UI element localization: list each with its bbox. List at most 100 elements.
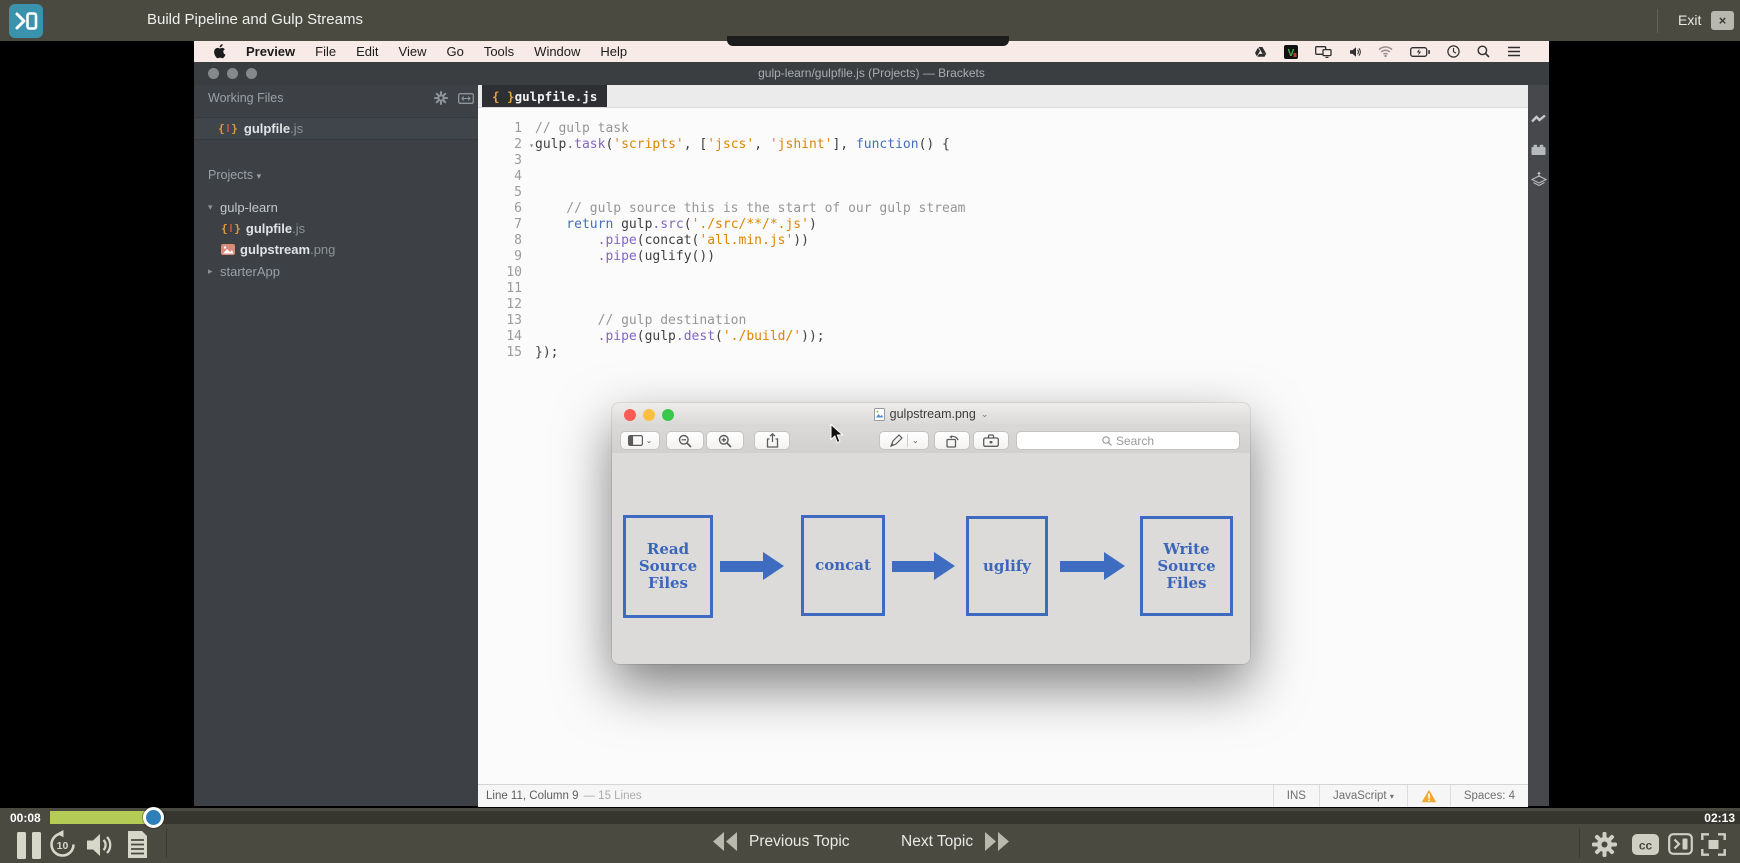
insert-mode-indicator[interactable]: INS <box>1272 785 1319 807</box>
fullscreen-button[interactable] <box>1701 833 1726 856</box>
share-button[interactable] <box>754 431 790 450</box>
elapsed-time: 00:08 <box>10 811 41 825</box>
settings-button[interactable] <box>1591 831 1618 858</box>
working-file-item-gulpfile[interactable]: {ǀ} gulpfile.js <box>194 117 478 140</box>
captions-button[interactable]: cc <box>1632 834 1659 855</box>
notification-list-icon[interactable] <box>1507 46 1521 57</box>
progress-handle[interactable] <box>143 807 164 828</box>
sidebar-view-button[interactable]: ⌄ <box>620 431 660 450</box>
apple-menu-icon[interactable] <box>213 44 226 59</box>
theater-mode-button[interactable] <box>1668 833 1693 855</box>
language-selector[interactable]: JavaScript ▾ <box>1318 785 1407 807</box>
brackets-titlebar: gulp-learn/gulpfile.js (Projects) — Brac… <box>194 62 1549 85</box>
code-line: 1// gulp task <box>514 121 629 136</box>
code-line: 5 <box>514 185 522 200</box>
code-line: 7 return gulp.src('./src/**/*.js') <box>514 217 817 232</box>
player-header: Build Pipeline and Gulp Streams Exit × <box>0 0 1740 41</box>
next-topic-button[interactable]: Next Topic <box>901 832 1010 851</box>
chevron-right-icon: ▸ <box>208 265 213 276</box>
progress-bar[interactable] <box>50 807 1740 828</box>
tree-folder-gulp-learn[interactable]: ▾ gulp-learn <box>208 197 278 217</box>
code-line: 12 <box>506 297 522 312</box>
v-app-icon[interactable]: V <box>1284 44 1298 59</box>
markup-pen-button[interactable]: ⌄ <box>879 431 929 450</box>
google-drive-icon[interactable] <box>1254 46 1267 58</box>
spotlight-search-icon[interactable] <box>1477 45 1490 58</box>
controls-divider <box>1579 828 1580 858</box>
split-view-icon[interactable] <box>458 93 474 104</box>
code-line: 3 <box>514 153 522 168</box>
image-file-icon <box>873 407 885 421</box>
menu-item-view[interactable]: View <box>399 44 427 59</box>
share-icon <box>766 433 778 448</box>
toolbox-icon <box>983 434 999 447</box>
theater-mode-icon <box>1668 833 1693 855</box>
svg-text:10: 10 <box>57 840 69 852</box>
lesson-title: Build Pipeline and Gulp Streams <box>147 11 363 28</box>
markup-pen-icon <box>890 433 903 447</box>
arrow-right-icon <box>892 551 955 580</box>
indent-setting[interactable]: Spaces: 4 <box>1449 785 1528 807</box>
wifi-icon[interactable] <box>1378 46 1393 57</box>
rewind-10-icon: 10 <box>50 830 75 857</box>
extension-brick-icon[interactable] <box>1531 144 1546 155</box>
transcript-icon <box>128 831 147 858</box>
pause-button[interactable] <box>14 832 44 859</box>
menu-item-preview[interactable]: Preview <box>246 44 295 59</box>
preview-window-title[interactable]: gulpstream.png <box>890 407 976 421</box>
chevron-down-icon[interactable]: ⌄ <box>981 409 989 420</box>
rotate-button[interactable] <box>934 431 970 450</box>
controls-divider <box>166 828 167 858</box>
previous-topic-button[interactable]: Previous Topic <box>712 832 850 851</box>
progress-fill <box>50 811 152 824</box>
battery-icon[interactable] <box>1410 46 1430 57</box>
volume-icon[interactable] <box>1349 46 1361 58</box>
rewind-10-button[interactable]: 10 <box>48 830 77 859</box>
gear-icon <box>1592 832 1617 857</box>
menu-item-window[interactable]: Window <box>534 44 580 59</box>
displays-icon[interactable] <box>1315 45 1332 58</box>
live-preview-bolt-icon[interactable] <box>1531 113 1546 126</box>
menu-item-help[interactable]: Help <box>600 44 627 59</box>
clock-icon[interactable] <box>1447 45 1460 58</box>
double-chevron-left-icon <box>713 832 737 851</box>
video-area[interactable]: Preview File Edit View Go Tools Window H… <box>194 41 1549 807</box>
code-line: 14 .pipe(gulp.dest('./build/')); <box>506 329 825 344</box>
gear-icon[interactable] <box>434 91 448 105</box>
tree-file-gulpfile[interactable]: {ǀ} gulpfile.js <box>221 218 305 238</box>
exit-link[interactable]: Exit <box>1678 12 1701 28</box>
arrow-right-icon <box>1060 551 1125 580</box>
code-lines: 1// gulp task 2 ▾ gulp.task('scripts', ['js… <box>478 121 1528 361</box>
menu-item-edit[interactable]: Edit <box>356 44 378 59</box>
warning-icon <box>1421 789 1437 803</box>
diagram-box-write: Write Source Files <box>1140 516 1233 616</box>
chevron-down-icon: ▾ <box>208 201 213 212</box>
code-line: 2 ▾ gulp.task('scripts', ['jscs', 'jshint'… <box>514 137 950 152</box>
projects-label[interactable]: Projects ▾ <box>208 168 261 182</box>
lint-warning-indicator[interactable] <box>1406 785 1450 807</box>
zoom-out-button[interactable] <box>666 431 704 450</box>
menu-item-tools[interactable]: Tools <box>484 44 514 59</box>
preview-toolbar: ⌄ ⌄ Search <box>612 427 1250 454</box>
layers-upload-icon[interactable] <box>1530 171 1547 187</box>
tab-gulpfile[interactable]: { } gulpfile.js <box>482 85 608 107</box>
diagram-box-concat: concat <box>801 515 885 616</box>
js-file-icon: {ǀ} <box>221 221 241 235</box>
tree-file-gulpstream[interactable]: gulpstream.png <box>221 239 335 259</box>
image-file-icon <box>221 243 235 255</box>
markup-toolbox-button[interactable] <box>973 431 1009 450</box>
zoom-in-button[interactable] <box>706 431 744 450</box>
volume-icon <box>87 834 112 856</box>
search-placeholder: Search <box>1115 433 1155 448</box>
menu-item-go[interactable]: Go <box>446 44 463 59</box>
line-count: — 15 Lines <box>583 790 642 802</box>
transcript-button[interactable] <box>126 831 149 858</box>
tree-folder-starterapp[interactable]: ▸ starterApp <box>208 261 280 281</box>
search-field[interactable]: Search <box>1016 431 1240 450</box>
fold-marker-icon: ▾ <box>529 141 534 150</box>
menu-item-file[interactable]: File <box>315 44 336 59</box>
screen: Build Pipeline and Gulp Streams Exit × P… <box>0 0 1740 863</box>
exit-close-button[interactable]: × <box>1711 11 1734 30</box>
volume-button[interactable] <box>86 832 114 858</box>
diagram-box-read: Read Source Files <box>623 515 713 618</box>
